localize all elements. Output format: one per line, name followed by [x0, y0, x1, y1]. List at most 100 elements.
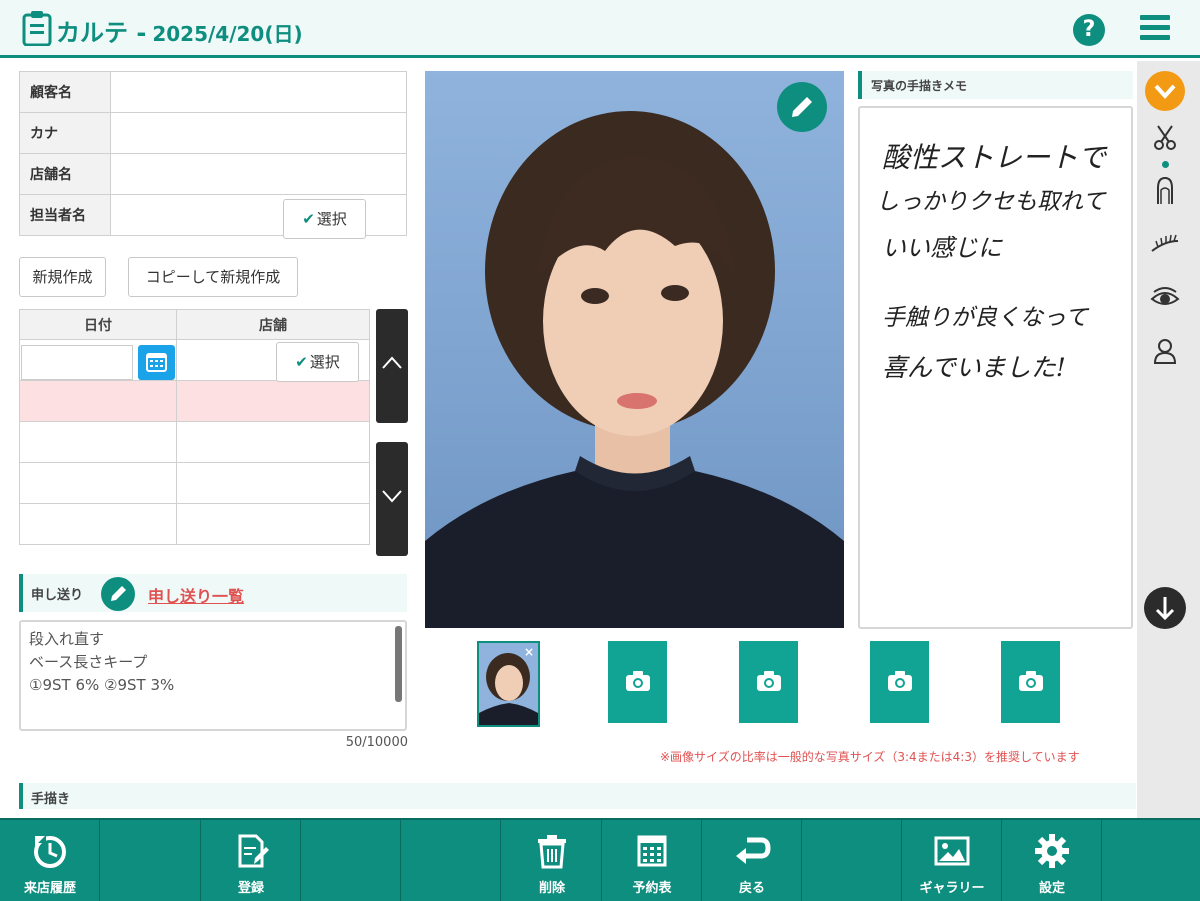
staff-select-button[interactable]: ✔ 選択	[283, 199, 366, 239]
handover-label: 申し送り	[31, 588, 84, 603]
check-icon: ✔	[302, 210, 315, 228]
schedule-button[interactable]: 予約表	[602, 820, 702, 901]
memo-line: いい感じに	[882, 234, 1002, 262]
page-date: 2025/4/20(日)	[152, 22, 303, 46]
label-staff-name: 担当者名	[19, 194, 111, 236]
photo-thumbnail[interactable]: ×	[477, 641, 540, 727]
col-date: 日付	[19, 309, 177, 340]
scroll-bottom-icon[interactable]	[1144, 587, 1186, 629]
scroll-down-button[interactable]	[376, 442, 408, 556]
camera-icon	[1019, 671, 1043, 691]
document-edit-icon	[238, 834, 269, 868]
calendar-icon[interactable]	[138, 345, 175, 380]
eyelash-icon[interactable]	[1150, 229, 1180, 259]
active-indicator	[1162, 161, 1169, 168]
store-name-field[interactable]	[110, 153, 407, 195]
handdraw-header: 手描き	[19, 783, 1136, 809]
copy-new-record-button[interactable]: コピーして新規作成	[128, 257, 298, 297]
label-customer-name: 顧客名	[19, 71, 111, 113]
memo-line: 喜んでいました!	[882, 353, 1066, 382]
memo-line: 手触りが良くなって	[882, 305, 1088, 331]
scroll-up-button[interactable]	[376, 309, 408, 423]
date-input[interactable]	[21, 345, 133, 380]
eye-icon[interactable]	[1150, 283, 1180, 313]
collapse-chevron-icon[interactable]	[1145, 71, 1185, 111]
handover-list-link[interactable]: 申し送り一覧	[148, 583, 244, 607]
settings-button[interactable]: 設定	[1002, 820, 1102, 901]
history-icon	[34, 835, 66, 868]
table-row[interactable]	[19, 421, 370, 463]
image-icon	[934, 836, 970, 866]
schedule-label: 予約表	[632, 881, 672, 896]
footer-blank	[101, 820, 201, 901]
portrait-image	[425, 111, 844, 628]
customer-photo	[425, 71, 844, 628]
help-icon[interactable]: ?	[1073, 14, 1105, 46]
scissors-icon[interactable]	[1150, 123, 1180, 153]
hamburger-menu-icon[interactable]	[1140, 15, 1170, 43]
store-select-button[interactable]: ✔ 選択	[276, 342, 359, 382]
kana-field[interactable]	[110, 112, 407, 154]
camera-slot[interactable]	[870, 641, 929, 723]
delete-label: 削除	[538, 881, 565, 896]
visit-history-label: 来店履歴	[23, 881, 76, 896]
handover-header: 申し送り 申し送り一覧	[19, 574, 407, 612]
table-row[interactable]	[19, 462, 370, 504]
edit-photo-pencil-icon[interactable]	[777, 82, 827, 132]
check-icon: ✔	[295, 353, 308, 371]
handover-textarea[interactable]: 段入れ直す ベース長さキープ ①9ST 6% ②9ST 3%	[19, 620, 407, 731]
scrollbar[interactable]	[395, 626, 402, 702]
photo-memo-header: 写真の手描きメモ	[858, 71, 1133, 99]
camera-slot[interactable]	[608, 641, 667, 723]
gallery-label: ギャラリー	[919, 881, 985, 896]
memo-line: 酸性ストレートで	[882, 141, 1107, 174]
footer-blank	[1102, 820, 1200, 901]
gallery-button[interactable]: ギャラリー	[902, 820, 1002, 901]
camera-icon	[626, 671, 650, 691]
trash-icon	[538, 835, 566, 869]
footer-toolbar: 来店履歴 登録 削除 予約表 戻る ギャラリー 設定	[0, 818, 1200, 901]
label-store-name: 店舗名	[19, 153, 111, 195]
memo-line: 段入れ直す	[29, 630, 105, 648]
back-button[interactable]: 戻る	[702, 820, 802, 901]
camera-icon	[888, 671, 912, 691]
customer-name-field[interactable]	[110, 71, 407, 113]
calendar-grid-icon	[637, 835, 667, 867]
new-record-button[interactable]: 新規作成	[19, 257, 106, 297]
return-arrow-icon	[736, 837, 771, 864]
remove-photo-icon[interactable]: ×	[522, 645, 536, 659]
settings-label: 設定	[1038, 881, 1065, 896]
chevron-up-icon	[382, 356, 402, 369]
register-button[interactable]: 登録	[201, 820, 301, 901]
clipboard-icon	[22, 11, 52, 46]
right-sidebar	[1137, 61, 1200, 818]
handdraw-label: 手描き	[31, 792, 71, 807]
memo-line: ①9ST 6% ②9ST 3%	[29, 676, 175, 694]
app-header: カルテ -2025/4/20(日) ?	[0, 0, 1200, 58]
footer-blank	[301, 820, 401, 901]
table-row[interactable]	[19, 503, 370, 545]
col-store: 店舗	[176, 309, 370, 340]
footer-blank	[802, 820, 902, 901]
photo-memo-label: 写真の手描きメモ	[871, 79, 968, 93]
register-label: 登録	[237, 881, 264, 896]
memo-line: ベース長さキープ	[29, 653, 148, 671]
gear-icon	[1035, 834, 1069, 868]
photo-ratio-note: ※画像サイズの比率は一般的な写真サイズ（3:4または4:3）を推奨しています	[660, 750, 1080, 764]
memo-line: しっかりクセも取れて	[876, 189, 1106, 215]
table-row[interactable]	[19, 380, 370, 422]
hair-icon[interactable]	[1150, 176, 1180, 206]
page-title: カルテ -2025/4/20(日)	[56, 19, 303, 47]
label-kana: カナ	[19, 112, 111, 154]
chevron-down-icon	[382, 490, 402, 503]
camera-slot[interactable]	[1001, 641, 1060, 723]
footer-blank	[401, 820, 501, 901]
handwritten-memo-canvas[interactable]: 酸性ストレートで しっかりクセも取れて いい感じに 手触りが良くなって 喜んでい…	[858, 106, 1133, 629]
pencil-icon[interactable]	[101, 577, 135, 611]
person-icon[interactable]	[1150, 336, 1180, 366]
char-counter: 50/10000	[345, 735, 408, 750]
camera-slot[interactable]	[739, 641, 798, 723]
delete-button[interactable]: 削除	[502, 820, 602, 901]
visit-history-button[interactable]: 来店履歴	[0, 820, 100, 901]
camera-icon	[757, 671, 781, 691]
